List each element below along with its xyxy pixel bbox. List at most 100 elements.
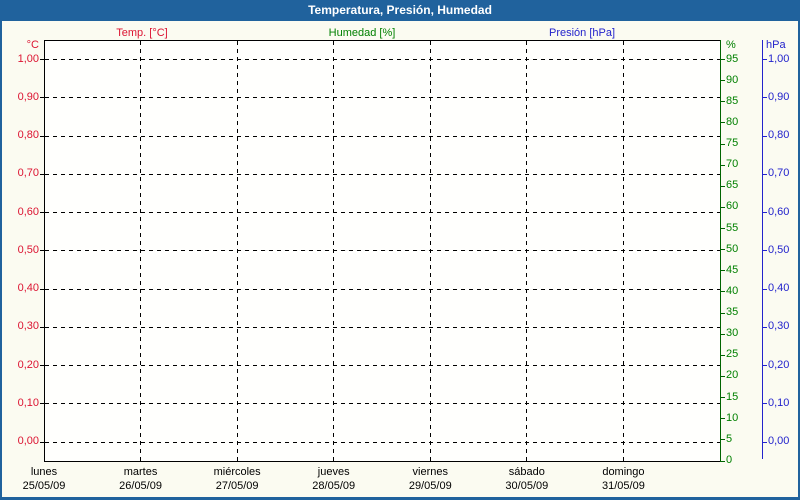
humidity-axis-tick <box>721 206 725 208</box>
x-axis-day-name: domingo <box>602 466 645 478</box>
humidity-axis-tick <box>721 143 725 145</box>
humidity-axis-tick <box>721 291 725 293</box>
x-axis-day-label: sábado 30/05/09 <box>505 465 548 493</box>
pressure-axis-tick-label: 0,20 <box>768 358 790 371</box>
x-axis-day-name: martes <box>123 466 158 478</box>
humidity-axis-tick <box>721 418 725 420</box>
x-axis-date: 30/05/09 <box>505 480 549 492</box>
pressure-axis-tick <box>763 250 767 252</box>
pressure-axis-tick-label: 0,30 <box>768 320 790 333</box>
h-gridline <box>45 288 720 290</box>
humidity-axis-tick-label: 60 <box>726 200 739 213</box>
humidity-axis-tick-label: 75 <box>726 137 739 150</box>
x-axis-date: 27/05/09 <box>215 480 259 492</box>
x-axis-day-label: domingo 31/05/09 <box>602 465 645 493</box>
humidity-axis-tick <box>721 333 725 335</box>
legend-temperature: Temp. [°C] <box>116 27 168 39</box>
x-axis-day-name: miércoles <box>213 466 261 478</box>
temp-axis-tick-label: 0,60 <box>17 205 39 218</box>
pressure-axis-tick-label: 0,60 <box>768 205 790 218</box>
h-gridline <box>45 59 720 60</box>
pressure-axis-unit-label: hPa <box>766 39 786 51</box>
pressure-axis-tick <box>763 441 767 443</box>
x-axis-date: 29/05/09 <box>408 480 452 492</box>
temp-axis-tick-label: 1,00 <box>17 52 39 65</box>
temp-axis-unit-label: °C <box>26 39 39 51</box>
humidity-axis-tick-label: 35 <box>726 306 739 319</box>
v-gridline <box>622 41 624 461</box>
h-gridline <box>45 135 720 137</box>
temp-axis-tick-label: 0,80 <box>17 129 39 141</box>
h-gridline <box>45 97 720 99</box>
humidity-axis-tick <box>721 122 725 124</box>
temp-axis-tick-label: 0,70 <box>17 167 39 180</box>
humidity-axis-tick-label: 80 <box>726 115 739 128</box>
temp-axis-tick-label: 0,50 <box>17 243 39 256</box>
x-axis-day-label: lunes 25/05/09 <box>23 465 66 493</box>
h-gridline <box>45 173 720 175</box>
h-gridline <box>45 326 720 328</box>
humidity-axis-tick <box>721 460 725 462</box>
pressure-axis-tick <box>763 212 767 213</box>
h-gridline <box>45 365 720 366</box>
humidity-axis-tick-label: 10 <box>726 411 739 424</box>
pressure-axis-line <box>762 40 763 459</box>
x-axis-day-name: lunes <box>30 466 58 478</box>
humidity-axis-tick <box>721 228 725 230</box>
humidity-axis-tick <box>721 185 725 187</box>
humidity-axis-tick <box>721 249 725 251</box>
temp-axis-tick <box>40 173 44 175</box>
humidity-axis-tick-label: 95 <box>726 52 739 65</box>
x-axis-day-label: jueves 28/05/09 <box>312 465 355 493</box>
pressure-axis-tick <box>763 403 767 405</box>
temp-axis-tick <box>40 326 44 328</box>
temp-axis-tick <box>40 250 44 252</box>
humidity-axis-tick-label: 65 <box>726 179 739 192</box>
pressure-axis-tick-label: 0,90 <box>768 90 790 103</box>
v-gridline <box>429 41 431 461</box>
humidity-axis-tick <box>721 164 725 166</box>
temp-axis-tick-label: 0,40 <box>17 282 39 294</box>
temp-axis-tick-label: 0,20 <box>17 358 39 371</box>
humidity-axis-tick-label: 90 <box>726 73 739 86</box>
x-axis-date: 25/05/09 <box>22 480 66 492</box>
temp-axis-tick-label: 0,30 <box>17 320 39 333</box>
x-axis-day-label: viernes 29/05/09 <box>409 465 452 493</box>
humidity-axis-tick <box>721 270 725 272</box>
temp-axis-tick <box>40 97 44 99</box>
humidity-axis-tick-label: 55 <box>726 221 739 234</box>
humidity-axis-tick <box>721 375 725 377</box>
pressure-axis-tick-label: 0,00 <box>768 435 790 447</box>
v-gridline <box>236 41 238 461</box>
humidity-axis-tick <box>721 80 725 82</box>
h-gridline <box>45 403 720 405</box>
humidity-axis-tick-label: 30 <box>726 327 739 340</box>
humidity-axis-tick <box>721 59 725 60</box>
pressure-axis-tick <box>763 288 767 290</box>
temp-axis-tick <box>40 365 44 366</box>
h-gridline <box>45 212 720 213</box>
pressure-axis-tick <box>763 365 767 366</box>
x-axis-day-name: jueves <box>317 466 350 478</box>
v-gridline <box>140 41 142 461</box>
humidity-axis-tick <box>721 397 725 399</box>
humidity-axis-tick <box>721 354 725 356</box>
temp-axis-tick <box>40 212 44 213</box>
humidity-axis-tick-label: 5 <box>726 432 733 445</box>
humidity-axis-tick <box>721 439 725 441</box>
pressure-axis-tick-label: 0,80 <box>768 129 790 141</box>
humidity-axis-tick <box>721 101 725 103</box>
x-axis-day-name: sábado <box>508 466 545 478</box>
h-gridline <box>45 250 720 252</box>
h-gridline <box>45 441 720 443</box>
temp-axis-tick <box>40 441 44 443</box>
legend-pressure: Presión [hPa] <box>548 27 616 39</box>
v-gridline <box>526 41 528 461</box>
pressure-axis-tick <box>763 326 767 328</box>
x-axis-day-label: miércoles 27/05/09 <box>214 465 261 493</box>
humidity-axis-tick-label: 45 <box>726 263 739 276</box>
humidity-axis-tick-label: 50 <box>726 242 739 255</box>
x-axis-date: 26/05/09 <box>119 480 162 492</box>
x-axis-date: 28/05/09 <box>312 480 356 492</box>
temp-axis-tick-label: 0,00 <box>17 435 39 447</box>
